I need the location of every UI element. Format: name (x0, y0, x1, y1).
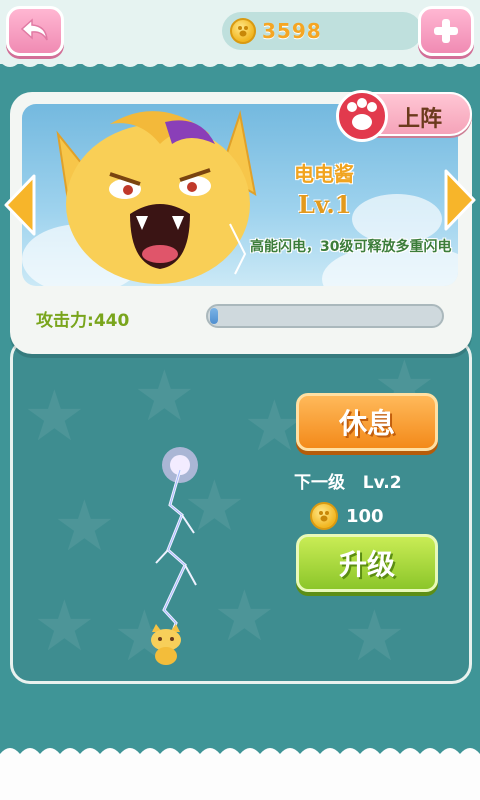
upgrade-cost: 100 (310, 502, 384, 530)
previous-pet-arrow[interactable] (0, 170, 40, 240)
pet-preview-panel: ★ ★ ★ ★ ★ ★ ★ ★ ★ ★ (10, 338, 472, 684)
back-button[interactable] (6, 6, 64, 56)
background-star: ★ (53, 485, 116, 567)
attack-value: 440 (93, 311, 130, 331)
coin-icon (230, 18, 256, 44)
rest-button[interactable]: 休息 (296, 393, 438, 451)
next-level-info: 下一级 Lv.2 (294, 468, 402, 493)
next-level-value: Lv.2 (362, 473, 402, 493)
attack-progress-bar (206, 304, 444, 328)
bottom-strip (0, 760, 480, 800)
deploy-label: 上阵 (398, 107, 443, 132)
paw-icon (336, 90, 388, 142)
next-level-label: 下一级 (294, 473, 345, 493)
back-arrow-icon (20, 18, 48, 41)
upgrade-cost-value: 100 (346, 505, 384, 527)
cat-sprite (151, 624, 181, 665)
pet-name: 电电酱 (294, 162, 354, 186)
background-star: ★ (133, 355, 196, 437)
attack-stat: 攻击力:440 (36, 306, 129, 331)
attack-label: 攻击力: (36, 311, 94, 331)
coin-count: 3598 (262, 19, 322, 43)
add-coins-button[interactable] (418, 6, 474, 56)
top-bar-wave (0, 56, 480, 67)
next-pet-arrow[interactable] (440, 165, 480, 235)
deploy-button[interactable]: 上阵 (336, 90, 472, 142)
coin-balance: 3598 (222, 12, 422, 50)
plus-icon (434, 19, 458, 43)
upgrade-button[interactable]: 升级 (296, 534, 438, 592)
background-star: ★ (23, 375, 86, 457)
background-star: ★ (33, 585, 96, 667)
pet-level: Lv.1 (298, 190, 352, 219)
background-star: ★ (343, 595, 406, 677)
pet-description: 高能闪电，30级可释放多重闪电 (250, 239, 452, 255)
pet-portrait (56, 110, 257, 284)
coin-icon (310, 502, 338, 530)
attack-progress-fill (210, 308, 218, 324)
